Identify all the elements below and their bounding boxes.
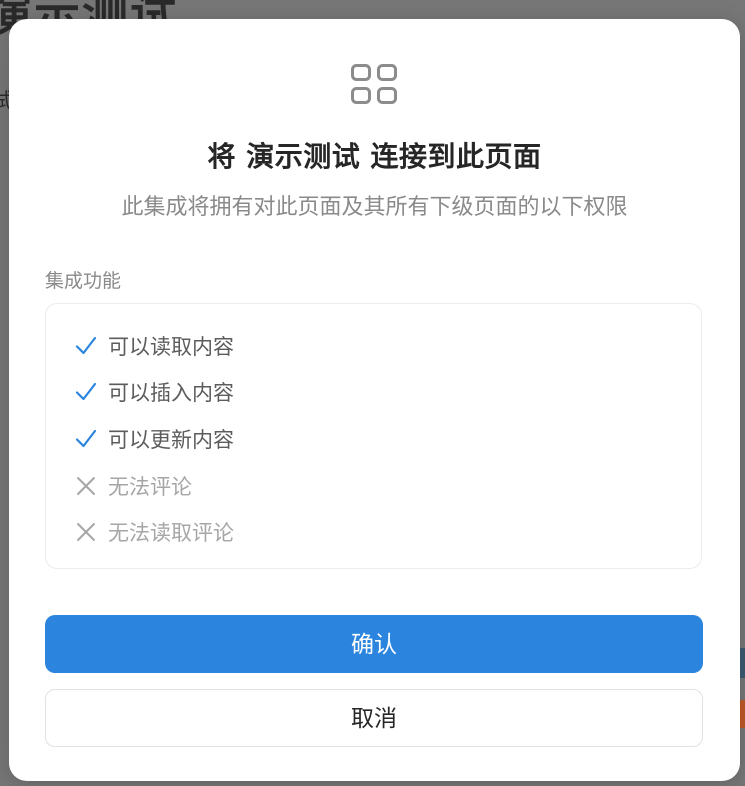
connect-integration-dialog: 将 演示测试 连接到此页面 此集成将拥有对此页面及其所有下级页面的以下权限 集成… (9, 19, 740, 781)
dialog-subtitle: 此集成将拥有对此页面及其所有下级页面的以下权限 (121, 195, 628, 220)
permission-item-insert-content: 可以插入内容 (74, 377, 234, 407)
permission-label: 无法评论 (108, 475, 192, 499)
grid-icon (351, 64, 397, 104)
capabilities-list: 可以读取内容 可以插入内容 可以更新内容 无法评论 无法读取评论 (45, 303, 702, 569)
check-icon (75, 336, 97, 355)
confirm-button[interactable]: 确认 (45, 615, 703, 673)
permission-label: 可以更新内容 (108, 428, 234, 452)
permission-label: 无法读取评论 (108, 521, 234, 545)
permission-item-read-content: 可以读取内容 (74, 331, 234, 361)
permission-item-update-content: 可以更新内容 (74, 424, 234, 454)
cancel-button[interactable]: 取消 (45, 689, 703, 747)
capabilities-label: 集成功能 (45, 270, 122, 292)
cross-icon (77, 477, 95, 495)
permission-item-read-comments: 无法读取评论 (74, 517, 234, 547)
dialog-title: 将 演示测试 连接到此页面 (207, 140, 542, 173)
permission-label: 可以读取内容 (108, 335, 234, 359)
permission-item-comment: 无法评论 (74, 471, 192, 501)
check-icon (75, 429, 97, 448)
permission-label: 可以插入内容 (108, 381, 234, 405)
cross-icon (77, 523, 95, 541)
check-icon (75, 382, 97, 401)
